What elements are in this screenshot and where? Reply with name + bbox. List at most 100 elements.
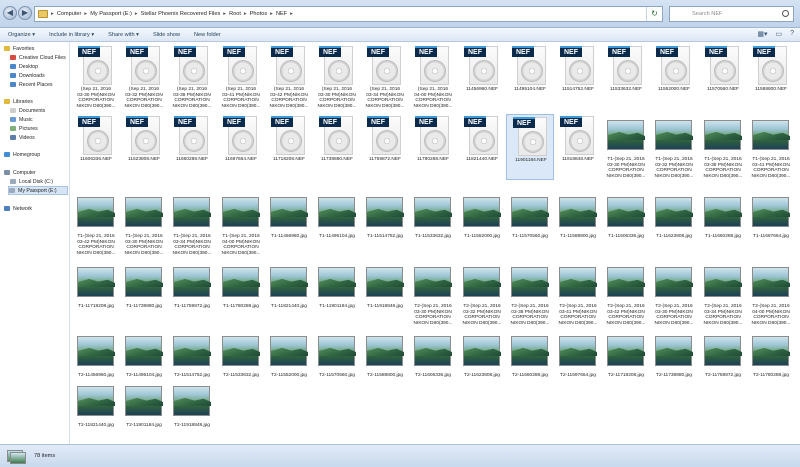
nef-file-item[interactable]: NEF (Sep 21, 2016 04-00 PM)NIKON CORPORAT… [409,44,457,110]
nef-file-item[interactable]: NEF (Sep 21, 2016 03-32 PM)NIKON CORPORAT… [120,44,168,110]
jpg-file-item[interactable]: T2-11570560.jpg [313,330,361,396]
nef-file-item[interactable]: NEF 11901184.NEF [506,114,554,180]
breadcrumb-item[interactable]: Computer [57,11,82,17]
nef-file-item[interactable]: NEF 11780288.NEF [409,114,457,180]
jpg-file-item[interactable]: T2-(Sep 21, 2016 03-34 PM)NIKON CORPORAT… [699,261,747,327]
jpg-file-item[interactable]: T2-(Sep 21, 2016 03-30 PM)NIKON CORPORAT… [650,261,698,327]
nef-file-item[interactable]: NEF 11456960.NEF [458,44,506,110]
nef-file-item[interactable]: NEF 11759872.NEF [361,114,409,180]
jpg-file-item[interactable]: T2-11533632.jpg [217,330,265,396]
nav-homegroup[interactable]: Homegroup [4,150,74,159]
nav-computer[interactable]: Computer [4,168,74,177]
nef-file-item[interactable]: NEF 11533632.NEF [602,44,650,110]
nav-videos[interactable]: Videos [10,133,80,142]
jpg-file-item[interactable]: T1-(Sep 21, 2016 03-30 PM)NIKON CORPORAT… [602,114,650,180]
breadcrumb-item[interactable]: Root [229,11,241,17]
breadcrumb-item[interactable]: My Passport (E:) [90,11,132,17]
jpg-file-item[interactable]: T1-(Sep 21, 2016 04-00 PM)NIKON CORPORAT… [217,191,265,257]
nav-network[interactable]: Network [4,204,74,213]
jpg-file-item[interactable]: T1-11901184.jpg [313,261,361,327]
nav-my-passport[interactable]: My Passport (E:) [8,186,68,195]
jpg-file-item[interactable]: T1-11588800.jpg [554,191,602,257]
jpg-file-item[interactable]: T1-(Sep 21, 2016 03-32 PM)NIKON CORPORAT… [650,114,698,180]
jpg-file-item[interactable]: T1-(Sep 21, 2016 03-42 PM)NIKON CORPORAT… [72,191,120,257]
jpg-file-item[interactable]: T1-11738880.jpg [120,261,168,327]
jpg-file-item[interactable]: T1-(Sep 21, 2016 03-41 PM)NIKON CORPORAT… [747,114,795,180]
jpg-file-item[interactable]: T2-11588800.jpg [361,330,409,396]
nef-file-item[interactable]: NEF 11623808.NEF [120,114,168,180]
help-icon[interactable]: ? [790,30,794,38]
nav-favorites[interactable]: Favorites [4,44,74,53]
nef-file-item[interactable]: NEF (Sep 21, 2016 03-30 PM)NIKON CORPORAT… [313,44,361,110]
nav-music[interactable]: Music [10,115,80,124]
jpg-file-item[interactable]: T1-11552000.jpg [458,191,506,257]
nef-file-item[interactable]: NEF 11606336.NEF [72,114,120,180]
jpg-file-item[interactable]: T1-11495104.jpg [313,191,361,257]
jpg-file-item[interactable]: T1-11660288.jpg [699,191,747,257]
organize-button[interactable]: Organize ▾ [8,32,35,38]
jpg-file-item[interactable]: T1-(Sep 21, 2016 03-38 PM)NIKON CORPORAT… [699,114,747,180]
jpg-file-item[interactable]: T1-11570560.jpg [506,191,554,257]
nef-file-item[interactable]: NEF 11718208.NEF [265,114,313,180]
jpg-file-item[interactable]: T1-11918848.jpg [361,261,409,327]
nef-file-item[interactable]: NEF 11821440.NEF [458,114,506,180]
nav-creative-cloud[interactable]: Creative Cloud Files [10,53,80,62]
nef-file-item[interactable]: NEF 11570560.NEF [699,44,747,110]
jpg-file-item[interactable]: T1-11623808.jpg [650,191,698,257]
preview-pane-icon[interactable]: ▭ [775,30,782,38]
jpg-file-item[interactable]: T2-11697664.jpg [554,330,602,396]
jpg-file-item[interactable]: T1-11718208.jpg [72,261,120,327]
nav-downloads[interactable]: Downloads [10,71,80,80]
nav-recent-places[interactable]: Recent Places [10,80,80,89]
nef-file-item[interactable]: NEF 11697664.NEF [217,114,265,180]
nef-file-item[interactable]: NEF 11552000.NEF [650,44,698,110]
forward-icon[interactable]: ▶ [18,6,32,20]
jpg-file-item[interactable]: T2-11901184.jpg [120,380,168,446]
jpg-file-item[interactable]: T2-11738880.jpg [650,330,698,396]
jpg-file-item[interactable]: T1-11759872.jpg [168,261,216,327]
nav-pictures[interactable]: Pictures [10,124,80,133]
jpg-file-item[interactable]: T2-11918848.jpg [168,380,216,446]
jpg-file-item[interactable]: T1-(Sep 21, 2016 03-30 PM)NIKON CORPORAT… [120,191,168,257]
nef-file-item[interactable]: NEF 11514752.NEF [554,44,602,110]
jpg-file-item[interactable]: T1-11533632.jpg [409,191,457,257]
breadcrumb-item[interactable]: Stellar Phoenix Recovered Files [141,11,221,17]
jpg-file-item[interactable]: T2-(Sep 21, 2016 03-38 PM)NIKON CORPORAT… [506,261,554,327]
search-input[interactable]: Search NEF [669,6,794,22]
nef-file-item[interactable]: NEF (Sep 21, 2016 03-30 PM)NIKON CORPORAT… [72,44,120,110]
nef-file-item[interactable]: NEF 11495104.NEF [506,44,554,110]
jpg-file-item[interactable]: T2-(Sep 21, 2016 03-30 PM)NIKON CORPORAT… [409,261,457,327]
nef-file-item[interactable]: NEF 11918848.NEF [554,114,602,180]
nef-file-item[interactable]: NEF 11660288.NEF [168,114,216,180]
jpg-file-item[interactable]: T2-11759872.jpg [699,330,747,396]
nef-file-item[interactable]: NEF (Sep 21, 2016 03-38 PM)NIKON CORPORAT… [168,44,216,110]
jpg-file-item[interactable]: T1-11456960.jpg [265,191,313,257]
nav-libraries[interactable]: Libraries [4,97,74,106]
jpg-file-item[interactable]: T2-(Sep 21, 2016 04-00 PM)NIKON CORPORAT… [747,261,795,327]
slide-show-button[interactable]: Slide show [153,32,180,38]
nef-file-item[interactable]: NEF 11588800.NEF [747,44,795,110]
nav-documents[interactable]: Documents [10,106,80,115]
include-in-library-button[interactable]: Include in library ▾ [49,32,94,38]
breadcrumb-item[interactable]: NEF [276,11,287,17]
nef-file-item[interactable]: NEF (Sep 21, 2016 03-42 PM)NIKON CORPORAT… [265,44,313,110]
nef-file-item[interactable]: NEF (Sep 21, 2016 03-41 PM)NIKON CORPORAT… [217,44,265,110]
jpg-file-item[interactable]: T1-(Sep 21, 2016 03-34 PM)NIKON CORPORAT… [168,191,216,257]
jpg-file-item[interactable]: T1-11606336.jpg [602,191,650,257]
refresh-icon[interactable]: ↻ [646,7,662,21]
jpg-file-item[interactable]: T2-(Sep 21, 2016 03-32 PM)NIKON CORPORAT… [458,261,506,327]
share-with-button[interactable]: Share with ▾ [108,32,139,38]
jpg-file-item[interactable]: T1-11514752.jpg [361,191,409,257]
nav-desktop[interactable]: Desktop [10,62,80,71]
nef-file-item[interactable]: NEF (Sep 21, 2016 03-34 PM)NIKON CORPORAT… [361,44,409,110]
jpg-file-item[interactable]: T1-11821440.jpg [265,261,313,327]
jpg-file-item[interactable]: T1-11697664.jpg [747,191,795,257]
nav-local-disk[interactable]: Local Disk (C:) [10,177,80,186]
new-folder-button[interactable]: New folder [194,32,221,38]
jpg-file-item[interactable]: T2-11552000.jpg [265,330,313,396]
back-icon[interactable]: ◀ [3,6,17,20]
jpg-file-item[interactable]: T2-11821440.jpg [72,380,120,446]
jpg-file-item[interactable]: T2-11718208.jpg [602,330,650,396]
jpg-file-item[interactable]: T2-11660288.jpg [506,330,554,396]
jpg-file-item[interactable]: T2-11780288.jpg [747,330,795,396]
